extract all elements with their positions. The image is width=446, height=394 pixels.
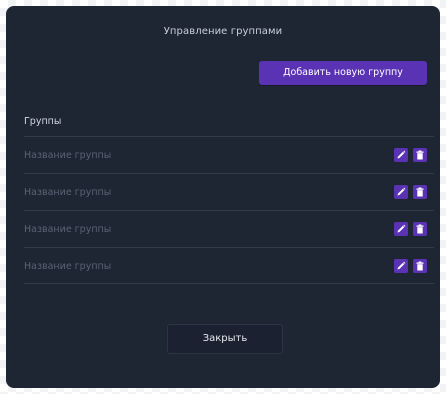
edit-group-button[interactable] <box>394 185 408 199</box>
group-list: Название группы Название группы Название… <box>24 136 434 284</box>
delete-group-button[interactable] <box>413 222 427 236</box>
edit-group-button[interactable] <box>394 222 408 236</box>
trash-icon <box>416 224 424 234</box>
edit-group-button[interactable] <box>394 259 408 273</box>
delete-group-button[interactable] <box>413 148 427 162</box>
close-button[interactable]: Закрыть <box>167 324 283 354</box>
group-row: Название группы <box>24 173 434 210</box>
group-name: Название группы <box>24 150 112 161</box>
delete-group-button[interactable] <box>413 259 427 273</box>
add-group-button[interactable]: Добавить новую группу <box>259 61 427 85</box>
delete-group-button[interactable] <box>413 185 427 199</box>
group-row: Название группы <box>24 136 434 173</box>
pencil-icon <box>397 261 406 270</box>
group-row: Название группы <box>24 210 434 247</box>
trash-icon <box>416 150 424 160</box>
pencil-icon <box>397 150 406 159</box>
group-name: Название группы <box>24 224 112 235</box>
pencil-icon <box>397 224 406 233</box>
group-name: Название группы <box>24 187 112 198</box>
modal-title: Управление группами <box>163 26 283 37</box>
trash-icon <box>416 187 424 197</box>
trash-icon <box>416 261 424 271</box>
group-management-modal: Управление группами Добавить новую групп… <box>6 6 440 388</box>
group-name: Название группы <box>24 261 112 272</box>
edit-group-button[interactable] <box>394 148 408 162</box>
groups-section-title: Группы <box>24 116 62 127</box>
pencil-icon <box>397 187 406 196</box>
group-row: Название группы <box>24 247 434 284</box>
